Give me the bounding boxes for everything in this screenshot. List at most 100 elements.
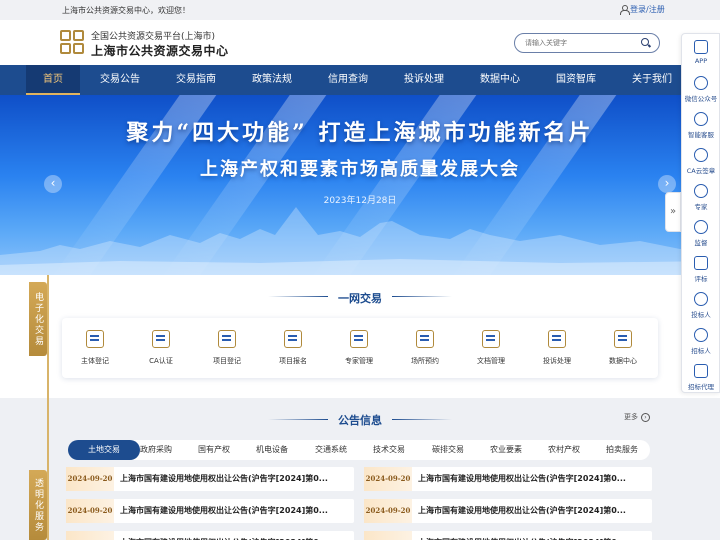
- more-link[interactable]: 更多 ›: [624, 412, 650, 422]
- tenderer-icon: [694, 328, 708, 342]
- notice-title[interactable]: 上海市国有建设用地使用权出让公告(沪告字[2024]第0...: [418, 467, 646, 491]
- data-chart-icon: [614, 330, 632, 348]
- list-item[interactable]: 上海市国有建设用地使用权出让公告(沪告字[2024]第0...: [364, 531, 652, 540]
- project-signup-icon: [284, 330, 302, 348]
- notice-title[interactable]: 上海市国有建设用地使用权出让公告(沪告字[2024]第0...: [120, 467, 348, 491]
- login-link[interactable]: 登录/注册: [620, 4, 665, 15]
- service-item-expert-manage[interactable]: 专家管理: [326, 318, 392, 378]
- sidebar-item-label: 专家: [694, 203, 708, 211]
- site-subtitle: 全国公共资源交易平台(上海市): [91, 32, 216, 42]
- bidder-icon: [694, 292, 708, 306]
- tab-mechanical-equipment[interactable]: 机电设备: [242, 440, 302, 460]
- complaint-icon: [548, 330, 566, 348]
- welcome-text: 上海市公共资源交易中心，欢迎您！: [62, 6, 190, 15]
- service-item-data-center[interactable]: 数据中心: [590, 318, 656, 378]
- sidebar-toggle-button[interactable]: »: [665, 192, 681, 232]
- list-item[interactable]: 上海市国有建设用地使用权出让公告(沪告字[2024]第0...: [66, 531, 354, 540]
- list-item[interactable]: 2024-09-20 上海市国有建设用地使用权出让公告(沪告字[2024]第0.…: [66, 467, 354, 491]
- list-item[interactable]: 2024-09-20 上海市国有建设用地使用权出让公告(沪告字[2024]第0.…: [66, 499, 354, 523]
- service-item-venue-booking[interactable]: 场所预约: [392, 318, 458, 378]
- sidebar-item-evaluate[interactable]: 评标: [682, 252, 720, 288]
- service-grid: 主体登记 CA认证 项目登记 项目报名 专家管理 场所预约 文档管理 投诉处理 …: [62, 318, 658, 378]
- service-item-register[interactable]: 主体登记: [62, 318, 128, 378]
- nav-item-policies[interactable]: 政策法规: [244, 65, 300, 95]
- hero-banner[interactable]: 聚力“四大功能” 打造上海城市功能新名片 上海产权和要素市场高质量发展大会 20…: [0, 95, 720, 275]
- sidebar-item-agent[interactable]: 招标代理: [682, 360, 720, 396]
- notice-title[interactable]: 上海市国有建设用地使用权出让公告(沪告字[2024]第0...: [418, 531, 646, 540]
- sidebar-item-bidder[interactable]: 投标人: [682, 288, 720, 324]
- tab-state-property[interactable]: 国有产权: [184, 440, 244, 460]
- tab-technology-trading[interactable]: 技术交易: [359, 440, 419, 460]
- nav-item-complaints[interactable]: 投诉处理: [396, 65, 452, 95]
- sidebar-item-label: 智能客服: [688, 131, 714, 139]
- sidebar-item-supervise[interactable]: 监督: [682, 216, 720, 252]
- service-label: 场所预约: [411, 357, 439, 365]
- notice-title[interactable]: 上海市国有建设用地使用权出让公告(沪告字[2024]第0...: [120, 499, 348, 523]
- expert-icon: [694, 184, 708, 198]
- notice-title[interactable]: 上海市国有建设用地使用权出让公告(沪告字[2024]第0...: [418, 499, 646, 523]
- service-label: 文档管理: [477, 357, 505, 365]
- service-label: 项目登记: [213, 357, 241, 365]
- tab-rural-property[interactable]: 农村产权: [534, 440, 594, 460]
- sidebar-item-wechat[interactable]: 微信公众号: [682, 72, 720, 108]
- tab-government-procurement[interactable]: 政府采购: [126, 440, 186, 460]
- site-title[interactable]: 上海市公共资源交易中心: [91, 42, 229, 59]
- nav-item-credit[interactable]: 信用查询: [320, 65, 376, 95]
- sidebar-item-expert[interactable]: 专家: [682, 180, 720, 216]
- service-item-ca[interactable]: CA认证: [128, 318, 194, 378]
- section-tab-electronic-trading: 电子化交易: [29, 282, 47, 356]
- project-register-icon: [218, 330, 236, 348]
- nav-item-announcements[interactable]: 交易公告: [92, 65, 148, 95]
- more-label[interactable]: 更多: [624, 412, 638, 422]
- service-label: CA认证: [149, 357, 173, 365]
- service-label: 主体登记: [81, 357, 109, 365]
- nav-item-home[interactable]: 首页: [26, 65, 80, 95]
- ca-icon: [152, 330, 170, 348]
- category-tabs: 土地交易 政府采购 国有产权 机电设备 交通系统 技术交易 碳排交易 农业要素 …: [68, 440, 650, 460]
- banner-next-button[interactable]: ›: [658, 175, 676, 193]
- list-item[interactable]: 2024-09-20 上海市国有建设用地使用权出让公告(沪告字[2024]第0.…: [364, 499, 652, 523]
- notice-title[interactable]: 上海市国有建设用地使用权出让公告(沪告字[2024]第0...: [120, 531, 348, 540]
- wechat-icon: [694, 76, 708, 90]
- tab-auction-service[interactable]: 拍卖服务: [592, 440, 652, 460]
- list-item[interactable]: 2024-09-20 上海市国有建设用地使用权出让公告(沪告字[2024]第0.…: [364, 467, 652, 491]
- app-icon: [694, 40, 708, 54]
- tab-agriculture[interactable]: 农业要素: [476, 440, 536, 460]
- chevron-right-circle-icon: ›: [641, 412, 650, 422]
- expert-manage-icon: [350, 330, 368, 348]
- chevron-left-icon: ‹: [50, 176, 56, 190]
- double-chevron-right-icon: »: [669, 206, 677, 217]
- tab-transport-system[interactable]: 交通系统: [301, 440, 361, 460]
- service-label: 数据中心: [609, 357, 637, 365]
- service-item-complaint[interactable]: 投诉处理: [524, 318, 590, 378]
- nav-item-guide[interactable]: 交易指南: [168, 65, 224, 95]
- section-title-online-trading: 一网交易: [338, 292, 382, 305]
- login-label[interactable]: 登录/注册: [630, 4, 665, 15]
- nav-item-think-tank[interactable]: 国资智库: [548, 65, 604, 95]
- sidebar-item-tenderer[interactable]: 招标人: [682, 324, 720, 360]
- logo-icon[interactable]: [60, 30, 84, 54]
- chevron-right-icon: ›: [664, 176, 670, 190]
- sidebar-item-customer-service[interactable]: 智能客服: [682, 108, 720, 144]
- nav-item-about[interactable]: 关于我们: [624, 65, 680, 95]
- search-input[interactable]: [525, 37, 635, 49]
- sidebar-item-ca-seal[interactable]: CA云签章: [682, 144, 720, 180]
- notice-date: 2024-09-20: [66, 467, 114, 491]
- title-decoration-right: [392, 419, 452, 420]
- section-tab-transparent-service: 透明化服务: [29, 470, 47, 540]
- service-item-project-register[interactable]: 项目登记: [194, 318, 260, 378]
- title-decoration-left: [268, 296, 328, 297]
- section-title-announcements: 公告信息: [338, 414, 382, 427]
- supervise-icon: [694, 220, 708, 234]
- tab-carbon-trading[interactable]: 碳排交易: [418, 440, 478, 460]
- sidebar-item-label: 招标代理: [688, 383, 714, 391]
- search-icon[interactable]: [641, 38, 651, 48]
- sidebar-item-app[interactable]: APP: [682, 36, 720, 72]
- service-item-project-signup[interactable]: 项目报名: [260, 318, 326, 378]
- banner-prev-button[interactable]: ‹: [44, 175, 62, 193]
- service-item-document[interactable]: 文档管理: [458, 318, 524, 378]
- venue-booking-icon: [416, 330, 434, 348]
- evaluate-icon: [694, 256, 708, 270]
- cloud-seal-icon: [694, 148, 708, 162]
- nav-item-data-center[interactable]: 数据中心: [472, 65, 528, 95]
